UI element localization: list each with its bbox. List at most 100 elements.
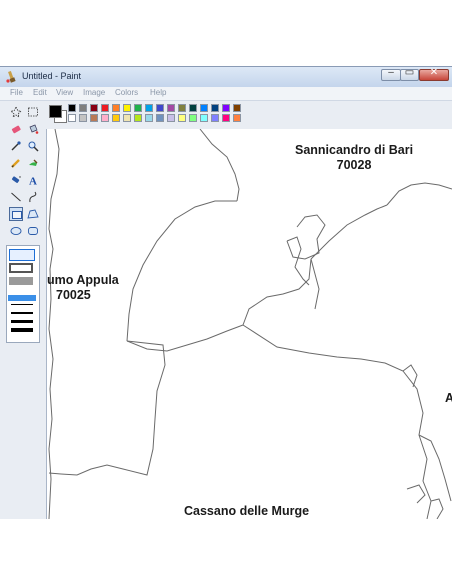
option-width-4[interactable] <box>11 328 33 332</box>
rect-select-tool[interactable] <box>26 105 40 119</box>
palette-swatch[interactable] <box>123 104 131 112</box>
sannicandro-name: Sannicandro di Bari <box>295 143 414 157</box>
option-width-1[interactable] <box>11 304 33 305</box>
palette-swatch[interactable] <box>211 104 219 112</box>
boundary-line <box>48 340 166 476</box>
palette-swatch[interactable] <box>200 114 208 122</box>
brush-tool[interactable] <box>26 156 40 170</box>
palette-swatch[interactable] <box>156 114 164 122</box>
menu-view[interactable]: View <box>56 88 73 97</box>
palette-swatch[interactable] <box>90 104 98 112</box>
palette-swatch[interactable] <box>211 114 219 122</box>
menu-edit[interactable]: Edit <box>33 88 47 97</box>
text-tool[interactable]: A <box>26 173 40 187</box>
option-width-3[interactable] <box>11 320 33 323</box>
palette-swatch[interactable] <box>68 114 76 122</box>
line-icon <box>11 192 21 202</box>
toolbox: A <box>0 101 47 519</box>
palette-swatch[interactable] <box>79 114 87 122</box>
palette-swatch[interactable] <box>200 104 208 112</box>
palette-swatch[interactable] <box>189 104 197 112</box>
foreground-color[interactable] <box>49 105 62 118</box>
option-outline[interactable] <box>9 249 35 261</box>
palette-swatch[interactable] <box>101 104 109 112</box>
palette-swatch[interactable] <box>167 104 175 112</box>
menu-file[interactable]: File <box>10 88 23 97</box>
palette-swatch[interactable] <box>134 104 142 112</box>
option-width-2[interactable] <box>11 312 33 314</box>
palette-swatch[interactable] <box>112 114 120 122</box>
map-label-right-edge: A <box>445 391 452 406</box>
palette-swatch[interactable] <box>167 114 175 122</box>
ellipse-icon <box>10 226 22 236</box>
fill-tool[interactable] <box>26 122 40 136</box>
palette-swatch[interactable] <box>112 104 120 112</box>
magnifier-tool[interactable] <box>26 139 40 153</box>
menu-bar: File Edit View Image Colors Help <box>0 87 452 101</box>
acquaviva-cap: 70025 <box>56 288 91 302</box>
drawing-canvas[interactable]: Sannicandro di Bari 70028 umo Appula 700… <box>47 129 452 519</box>
svg-text:A: A <box>29 176 37 187</box>
star-select-icon <box>10 106 22 118</box>
palette-swatch[interactable] <box>145 114 153 122</box>
palette-swatch[interactable] <box>156 104 164 112</box>
boundary-line <box>242 258 312 326</box>
airbrush-icon <box>11 176 21 183</box>
current-colors[interactable] <box>48 104 67 123</box>
rounded-rectangle-tool[interactable] <box>26 224 40 238</box>
eraser-tool[interactable] <box>9 122 23 136</box>
pencil-icon <box>11 159 20 168</box>
boundary-line <box>126 324 244 352</box>
palette-swatch[interactable] <box>178 104 186 112</box>
option-fill[interactable] <box>9 277 33 285</box>
palette-swatch[interactable] <box>189 114 197 122</box>
curve-tool[interactable] <box>26 190 40 204</box>
free-form-select-tool[interactable] <box>9 105 23 119</box>
line-tool[interactable] <box>9 190 23 204</box>
boundary-line <box>242 324 432 519</box>
maximize-button[interactable]: ▭ <box>400 67 419 81</box>
curve-icon <box>29 191 37 203</box>
boundary-line <box>126 200 237 342</box>
title-bar[interactable]: Untitled - Paint – ▭ ✕ <box>0 67 452 87</box>
cassano-name: Cassano delle Murge <box>184 504 310 518</box>
palette-swatch[interactable] <box>222 114 230 122</box>
maximize-icon: ▭ <box>404 67 415 78</box>
magnifier-icon <box>28 141 39 152</box>
pencil-tool[interactable] <box>9 156 23 170</box>
pick-color-tool[interactable] <box>9 139 23 153</box>
menu-image[interactable]: Image <box>83 88 105 97</box>
menu-help[interactable]: Help <box>150 88 166 97</box>
color-palette <box>46 101 452 129</box>
menu-colors[interactable]: Colors <box>115 88 138 97</box>
eyedropper-icon <box>11 141 21 151</box>
boundary-line <box>418 434 452 502</box>
option-outline-fill[interactable] <box>9 263 33 273</box>
palette-swatch[interactable] <box>178 114 186 122</box>
polygon-tool[interactable] <box>26 207 40 221</box>
ellipse-tool[interactable] <box>9 224 23 238</box>
boundary-line <box>286 236 310 286</box>
option-width-selected[interactable] <box>8 295 36 301</box>
minimize-button[interactable]: – <box>381 67 401 81</box>
close-button[interactable]: ✕ <box>419 67 449 81</box>
palette-swatch[interactable] <box>123 114 131 122</box>
boundary-line <box>430 498 444 519</box>
right-edge-text: A <box>445 391 452 406</box>
palette-swatch[interactable] <box>134 114 142 122</box>
palette-swatch[interactable] <box>101 114 109 122</box>
boundary-line <box>48 298 54 519</box>
palette-swatch[interactable] <box>79 104 87 112</box>
boundary-line <box>310 204 388 260</box>
palette-swatch[interactable] <box>90 114 98 122</box>
airbrush-tool[interactable] <box>9 173 23 187</box>
palette-swatch[interactable] <box>68 104 76 112</box>
palette-swatch[interactable] <box>233 104 241 112</box>
palette-swatch[interactable] <box>222 104 230 112</box>
boundary-line <box>406 484 426 504</box>
palette-swatch[interactable] <box>145 104 153 112</box>
rectangle-tool[interactable] <box>9 207 23 221</box>
paint-window: Untitled - Paint – ▭ ✕ File Edit View Im… <box>0 66 452 519</box>
palette-swatch[interactable] <box>233 114 241 122</box>
tool-options-panel <box>6 245 40 343</box>
